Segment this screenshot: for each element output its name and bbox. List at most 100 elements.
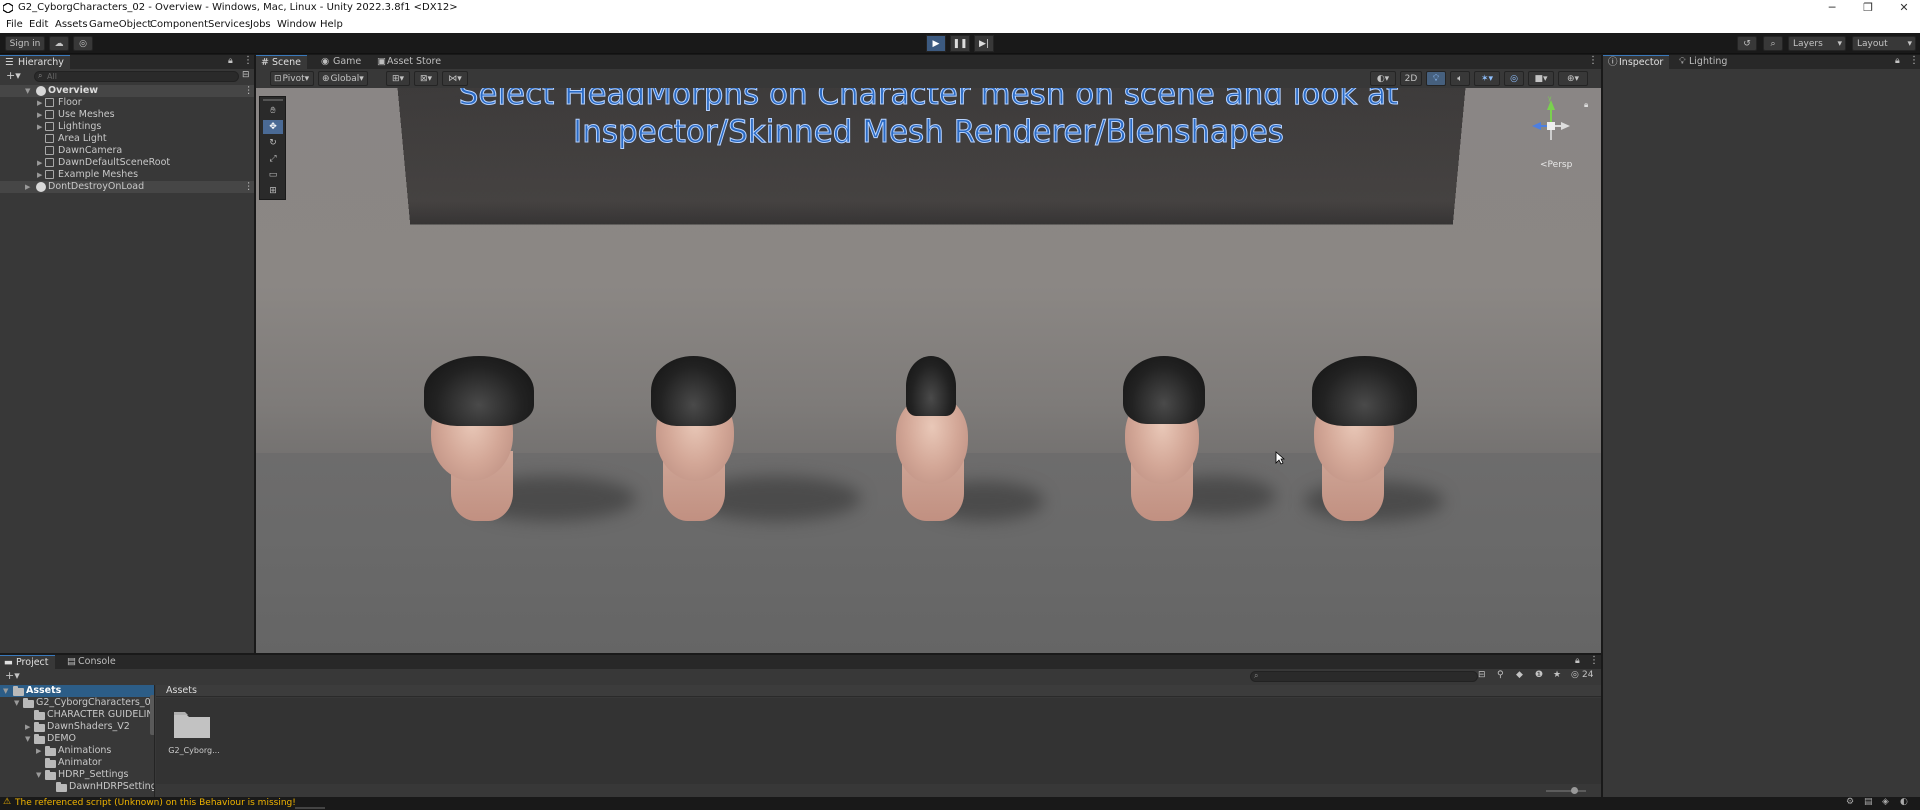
- effects-toggle-button[interactable]: ✶▾: [1474, 71, 1500, 86]
- tree-scrollbar[interactable]: [150, 695, 154, 735]
- info-icon[interactable]: ❶: [1535, 670, 1543, 680]
- star-icon[interactable]: ★: [1553, 670, 1561, 680]
- hierarchy-search-input[interactable]: ⌕ All: [34, 71, 239, 82]
- tab-scene[interactable]: # Scene: [256, 55, 307, 69]
- hierarchy-item-dawn-default-scene-root[interactable]: ▶ DawnDefaultSceneRoot: [0, 157, 254, 169]
- project-tree-animator[interactable]: Animator: [0, 757, 154, 769]
- hierarchy-item-use-meshes[interactable]: ▶ Use Meshes: [0, 109, 254, 121]
- draw-mode-button[interactable]: ◐▾: [1370, 71, 1396, 86]
- move-tool-button[interactable]: ✥: [263, 120, 283, 134]
- collab-button[interactable]: ◎: [73, 36, 93, 51]
- expand-arrow-icon[interactable]: ▼: [25, 85, 30, 97]
- more-options-icon[interactable]: ⋮: [1589, 655, 1599, 666]
- tab-project[interactable]: ▬ Project: [0, 655, 55, 669]
- tab-lighting[interactable]: 💡︎ Lighting: [1675, 55, 1733, 69]
- zoom-slider-handle[interactable]: [1571, 787, 1578, 794]
- menu-file[interactable]: File: [6, 19, 23, 30]
- snap-button[interactable]: ⋈▾: [442, 71, 468, 86]
- filter-icon[interactable]: ⊟: [242, 70, 250, 80]
- expand-arrow-icon[interactable]: ▶: [37, 109, 42, 121]
- rect-tool-button[interactable]: ▭: [263, 168, 283, 182]
- cloud-button[interactable]: ☁: [49, 36, 69, 51]
- asset-folder-item[interactable]: G2_Cyborg...: [166, 706, 220, 764]
- project-tree-dawnshaders[interactable]: ▶ DawnShaders_V2: [0, 721, 154, 733]
- menu-assets[interactable]: Assets: [55, 19, 88, 30]
- expand-arrow-icon[interactable]: ▼: [25, 733, 30, 745]
- menu-jobs[interactable]: Jobs: [250, 19, 271, 30]
- layout-dropdown[interactable]: Layout ▾: [1852, 36, 1916, 51]
- step-button[interactable]: ▶|: [974, 35, 994, 52]
- search-by-label-icon[interactable]: ⚲: [1497, 670, 1504, 680]
- hand-tool-button[interactable]: ✋︎: [263, 104, 283, 118]
- scene-row-dont-destroy[interactable]: ▶ DontDestroyOnLoad ⋮: [0, 181, 254, 193]
- project-tree-guideline[interactable]: CHARACTER GUIDELINE: [0, 709, 154, 721]
- scene-viewport[interactable]: Select HeadMorphs on Character mesh on s…: [256, 88, 1601, 653]
- layers-dropdown[interactable]: Layers ▾: [1788, 36, 1846, 51]
- sign-in-button[interactable]: Sign in: [5, 36, 45, 51]
- hierarchy-item-dawn-camera[interactable]: DawnCamera: [0, 145, 254, 157]
- more-options-icon[interactable]: ⋮: [1909, 55, 1919, 66]
- audio-toggle-button[interactable]: 🔈︎: [1450, 71, 1470, 86]
- rotate-tool-button[interactable]: ↻: [263, 136, 283, 150]
- hidden-packages-icon[interactable]: ◎: [1571, 670, 1579, 680]
- project-tree-animations[interactable]: ▶ Animations: [0, 745, 154, 757]
- cache-icon[interactable]: ◈: [1882, 797, 1889, 807]
- global-dropdown[interactable]: ⊕ Global ▾: [318, 71, 368, 86]
- more-options-icon[interactable]: ⋮: [243, 55, 253, 66]
- pause-button[interactable]: ❚❚: [950, 35, 970, 52]
- hierarchy-item-example-meshes[interactable]: ▶ Example Meshes: [0, 169, 254, 181]
- tab-inspector[interactable]: ⓘ Inspector: [1603, 55, 1670, 69]
- tab-asset-store[interactable]: ▣ Asset Store: [373, 55, 447, 69]
- menu-help[interactable]: Help: [320, 19, 343, 30]
- expand-arrow-icon[interactable]: ▶: [37, 97, 42, 109]
- expand-arrow-icon[interactable]: ▶: [25, 181, 30, 193]
- close-button[interactable]: ✕: [1886, 0, 1920, 16]
- search-button[interactable]: ⌕: [1763, 36, 1783, 51]
- gizmos-button[interactable]: ⊕▾: [1558, 71, 1588, 86]
- tab-hierarchy[interactable]: ☰ Hierarchy: [0, 55, 70, 69]
- undo-history-button[interactable]: ↺: [1737, 36, 1757, 51]
- project-tree-assets[interactable]: ▼ Assets: [0, 685, 154, 697]
- grid-increment-button[interactable]: ⊠▾: [414, 71, 438, 86]
- lock-icon[interactable]: 🔒︎: [1895, 56, 1900, 66]
- more-options-icon[interactable]: ⋮: [244, 85, 254, 97]
- zoom-slider-track[interactable]: [1546, 790, 1586, 792]
- expand-arrow-icon[interactable]: ▼: [3, 685, 8, 697]
- pivot-dropdown[interactable]: ⊡ Pivot ▾: [270, 71, 314, 86]
- grid-snap-button[interactable]: ⊞▾: [386, 71, 410, 86]
- expand-arrow-icon[interactable]: ▶: [25, 721, 30, 733]
- auto-generate-icon[interactable]: ◐: [1900, 797, 1908, 807]
- hierarchy-item-floor[interactable]: ▶ Floor: [0, 97, 254, 109]
- status-message[interactable]: The referenced script (Unknown) on this …: [15, 798, 296, 808]
- menu-edit[interactable]: Edit: [29, 19, 48, 30]
- project-tree-g2[interactable]: ▼ G2_CyborgCharacters_02: [0, 697, 154, 709]
- character-head-5[interactable]: [1284, 356, 1484, 536]
- more-options-icon[interactable]: ⋮: [244, 181, 254, 193]
- debug-icon[interactable]: ⚙: [1846, 797, 1854, 807]
- transform-tool-button[interactable]: ⊞: [263, 184, 283, 198]
- create-plus-icon[interactable]: +▾: [6, 69, 21, 82]
- expand-arrow-icon[interactable]: ▶: [37, 157, 42, 169]
- project-tree-demo[interactable]: ▼ DEMO: [0, 733, 154, 745]
- expand-arrow-icon[interactable]: ▶: [37, 169, 42, 181]
- breadcrumb-assets[interactable]: Assets: [166, 685, 197, 696]
- hidden-objects-button[interactable]: ◎: [1504, 71, 1524, 86]
- lock-icon[interactable]: 🔒︎: [1584, 100, 1588, 110]
- more-options-icon[interactable]: ⋮: [1588, 55, 1598, 66]
- character-head-1[interactable]: [396, 356, 636, 536]
- camera-settings-button[interactable]: ■▾: [1528, 71, 1554, 86]
- character-head-2[interactable]: [631, 356, 861, 536]
- project-tree-dawnhdrp[interactable]: DawnHDRPSettings: [0, 781, 154, 793]
- expand-arrow-icon[interactable]: ▼: [14, 697, 19, 709]
- character-head-3[interactable]: [884, 356, 1084, 536]
- expand-arrow-icon[interactable]: ▶: [37, 121, 42, 133]
- hierarchy-item-lightings[interactable]: ▶ Lightings: [0, 121, 254, 133]
- toggle-2d-button[interactable]: 2D: [1400, 71, 1422, 86]
- menu-window[interactable]: Window: [277, 19, 316, 30]
- hierarchy-item-area-light[interactable]: Area Light: [0, 133, 254, 145]
- lighting-toggle-button[interactable]: 💡︎: [1426, 71, 1446, 86]
- project-search-input[interactable]: ⌕: [1250, 671, 1478, 682]
- character-head-4[interactable]: [1101, 356, 1301, 536]
- lock-icon[interactable]: 🔒︎: [228, 56, 233, 66]
- menu-services[interactable]: Services: [208, 19, 250, 30]
